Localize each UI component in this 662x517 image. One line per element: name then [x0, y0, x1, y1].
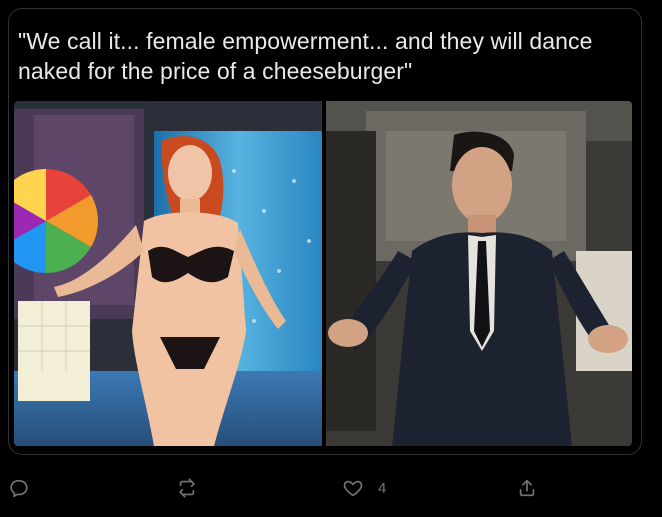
man-in-suit-shrug-image[interactable]: [326, 101, 632, 446]
share-button[interactable]: [516, 470, 552, 506]
heart-icon: [343, 480, 363, 497]
reply-icon: [10, 479, 28, 498]
share-icon: [519, 479, 535, 497]
retweet-button[interactable]: [176, 470, 212, 506]
tweet-actions: 4: [0, 470, 662, 506]
like-button[interactable]: 4: [342, 470, 386, 506]
tweet-text: "We call it... female empowerment... and…: [18, 28, 593, 84]
reply-button[interactable]: [8, 470, 44, 506]
streamer-webcam-image[interactable]: [14, 101, 322, 446]
like-count: 4: [378, 479, 387, 497]
tweet-media[interactable]: [14, 101, 632, 446]
retweet-icon: [179, 478, 195, 498]
